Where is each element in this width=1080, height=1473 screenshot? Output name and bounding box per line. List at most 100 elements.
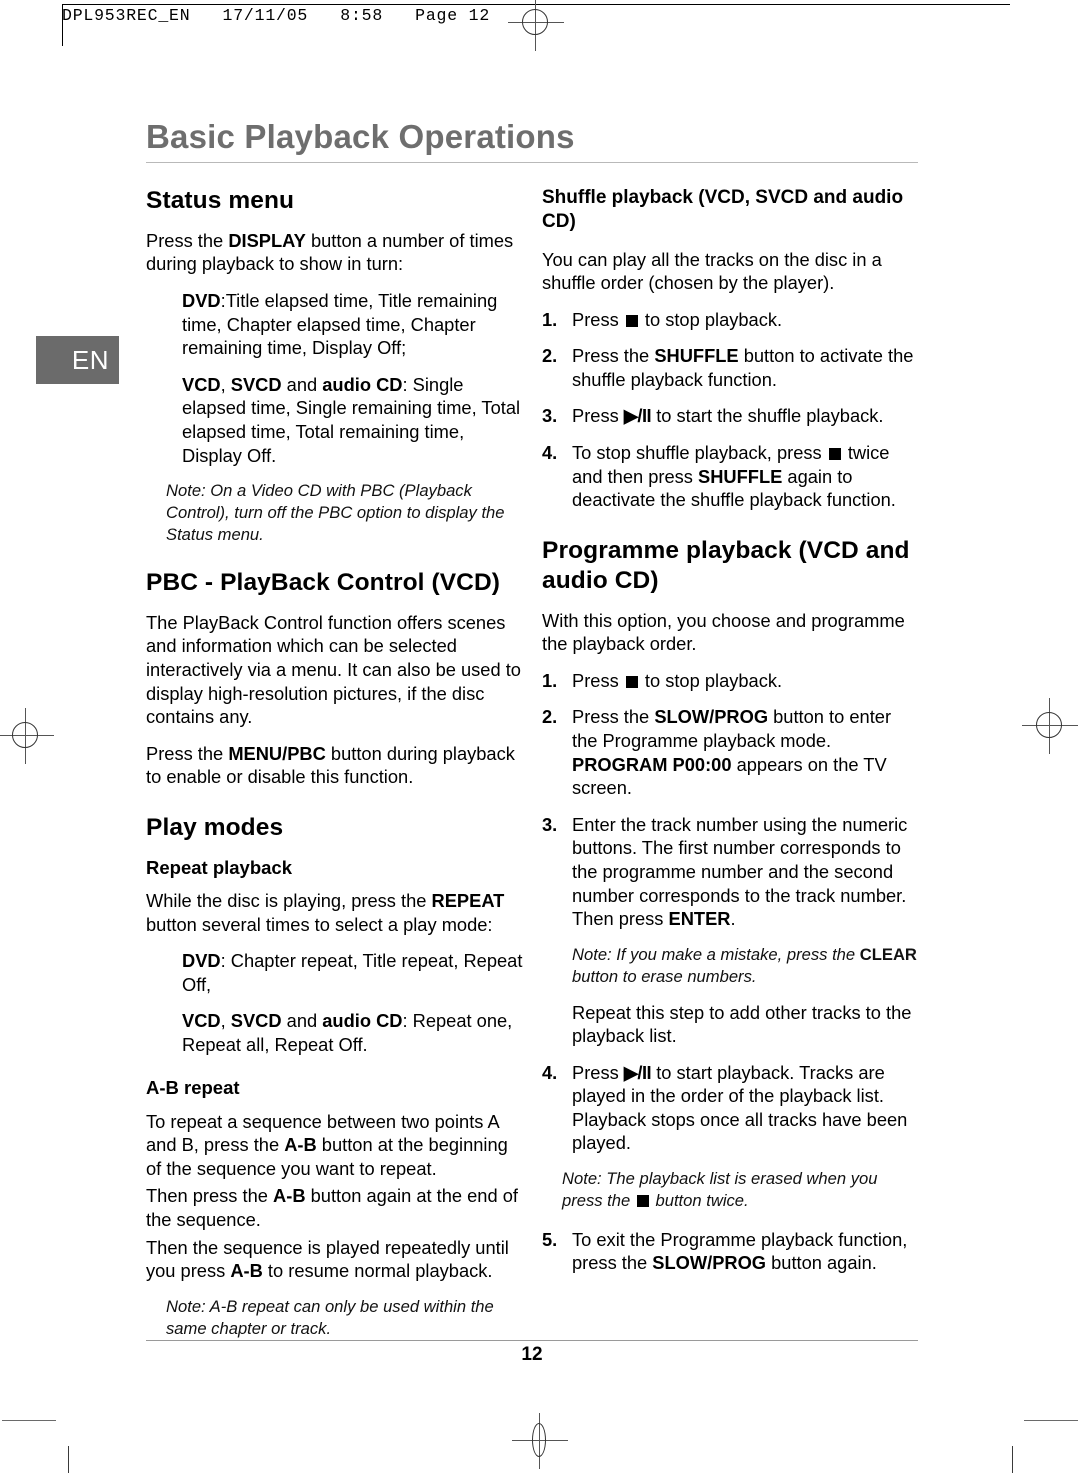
shuffle-step-4: 4. To stop shuffle playback, press twice… [542, 441, 920, 512]
text-run: Note: If you make a mistake, press the [572, 944, 860, 964]
text-run: to resume normal playback. [262, 1260, 493, 1282]
step-number: 1. [542, 308, 558, 330]
button-name-ab: A-B [230, 1260, 263, 1282]
title-divider [146, 162, 918, 164]
text-run: and [281, 373, 323, 395]
button-name-clear: CLEAR [859, 944, 917, 964]
registration-mark-right [1022, 698, 1078, 754]
ab-repeat-paragraph-1: To repeat a sequence between two points … [146, 1110, 524, 1181]
step-text: Press ▶/II to start playback. Tracks are… [572, 1061, 920, 1155]
programme-intro: With this option, you choose and program… [542, 609, 905, 655]
step-number: 4. [542, 1061, 558, 1083]
programme-step-4: 4. Press ▶/II to start playback. Tracks … [542, 1061, 920, 1155]
button-name-repeat: REPEAT [431, 889, 505, 911]
status-menu-intro: Press the DISPLAY button a number of tim… [146, 229, 524, 276]
stop-icon [625, 675, 638, 688]
pbc-paragraph-1: The PlayBack Control function offers sce… [146, 611, 521, 728]
disc-label-vcd: VCD [182, 1010, 221, 1032]
heading-play-modes: Play modes [146, 813, 284, 841]
step-text: Enter the track number using the numeric… [572, 813, 920, 931]
programme-step-1: 1. Press to stop playback. [542, 669, 920, 693]
repeat-intro: While the disc is playing, press the REP… [146, 889, 524, 936]
disc-label-vcd: VCD [182, 373, 221, 395]
pbc-paragraph-2: Press the MENU/PBC button during playbac… [146, 742, 524, 789]
stop-icon [828, 448, 841, 461]
shuffle-step-3: 3. Press ▶/II to start the shuffle playb… [542, 404, 920, 428]
osd-text-program: PROGRAM P00:00 [572, 753, 732, 775]
print-slug-line: DPL953REC_EN 17/11/05 8:58 Page 12 [62, 6, 491, 25]
right-column: Shuffle playback (VCD, SVCD and audio CD… [542, 186, 920, 1288]
subheading-repeat-playback: Repeat playback [146, 856, 293, 878]
disc-label-dvd: DVD [182, 290, 221, 312]
text-run: , [220, 1010, 231, 1032]
step-text: Press the SLOW/PROG button to enter the … [572, 705, 920, 799]
step-number: 2. [542, 345, 558, 367]
shuffle-step-1: 1. Press to stop playback. [542, 308, 920, 332]
button-name-ab: A-B [273, 1185, 306, 1207]
button-name-shuffle: SHUFFLE [654, 345, 739, 367]
ab-repeat-paragraph-3: Then the sequence is played repeatedly u… [146, 1236, 524, 1283]
language-tab-en: EN [36, 336, 119, 384]
disc-label-dvd: DVD [182, 950, 221, 972]
reg-circle [522, 9, 548, 35]
text-run: to stop playback. [639, 308, 783, 330]
stop-icon [636, 1194, 649, 1207]
button-name-ab: A-B [284, 1134, 317, 1156]
shuffle-intro: You can play all the tracks on the disc … [542, 248, 882, 294]
programme-repeat-step-line: Repeat this step to add other tracks to … [572, 1001, 912, 1047]
note-playback-list-erased: Note: The playback list is erased when y… [562, 1168, 920, 1212]
programme-step-3: 3. Enter the track number using the nume… [542, 813, 920, 931]
text-run: Press the [146, 742, 229, 764]
disc-label-audio-cd: audio CD [322, 1010, 403, 1032]
crop-mark-bottom-left-h [2, 1420, 56, 1422]
button-name-slow-prog: SLOW/PROG [654, 706, 769, 728]
repeat-vcd-item: VCD, SVCD and audio CD: Repeat one, Repe… [182, 1009, 524, 1056]
disc-label-svcd: SVCD [230, 373, 282, 395]
step-text: Press to stop playback. [572, 669, 920, 693]
step-number: 3. [542, 813, 558, 835]
text-run: Press [572, 669, 624, 691]
page-title: Basic Playback Operations [146, 118, 575, 155]
heading-programme-playback: Programme playback (VCD and audio CD) [542, 536, 910, 594]
heading-status-menu: Status menu [146, 187, 295, 214]
document-page: DPL953REC_EN 17/11/05 8:58 Page 12 Basic… [0, 0, 1080, 1473]
text-run: and [281, 1010, 323, 1032]
footer-divider [146, 1340, 918, 1342]
registration-mark-top [508, 0, 564, 51]
text-run: Enter the track number using the numeric… [572, 813, 908, 930]
disc-label-audio-cd: audio CD [322, 373, 403, 395]
text-run: : Chapter repeat, Title repeat, Repeat O… [182, 950, 523, 995]
text-run: To stop shuffle playback, press [572, 442, 827, 464]
registration-mark-left [0, 708, 54, 764]
step-number: 1. [542, 669, 558, 691]
registration-mark-bottom [512, 1413, 568, 1469]
text-run: button to erase numbers. [572, 966, 757, 986]
button-name-enter: ENTER [668, 908, 731, 930]
note-ab-repeat: Note: A-B repeat can only be used within… [166, 1296, 494, 1338]
step-number: 3. [542, 405, 558, 427]
step-text: Press the SHUFFLE button to activate the… [572, 344, 920, 391]
shuffle-step-2: 2. Press the SHUFFLE button to activate … [542, 344, 920, 391]
step-number: 2. [542, 706, 558, 728]
button-name-shuffle: SHUFFLE [698, 465, 783, 487]
step-text: Press to stop playback. [572, 308, 920, 332]
status-menu-dvd-item: DVD:Title elapsed time, Title remaining … [182, 289, 524, 360]
play-pause-icon: ▶/II [623, 1061, 652, 1083]
text-run: button again. [766, 1252, 877, 1274]
repeat-dvd-item: DVD: Chapter repeat, Title repeat, Repea… [182, 949, 524, 996]
play-pause-icon: ▶/II [623, 405, 652, 427]
text-run: button several times to select a play mo… [146, 913, 493, 935]
reg-circle [12, 722, 38, 748]
step-text: Press ▶/II to start the shuffle playback… [572, 404, 920, 428]
step-number: 5. [542, 1228, 558, 1250]
text-run: Press the [572, 706, 655, 728]
programme-step-2: 2. Press the SLOW/PROG button to enter t… [542, 705, 920, 799]
text-run: While the disc is playing, press the [146, 889, 432, 911]
ab-repeat-paragraph-2: Then press the A-B button again at the e… [146, 1184, 524, 1231]
note-status-menu: Note: On a Video CD with PBC (Playback C… [166, 481, 505, 544]
button-name-display: DISPLAY [228, 229, 306, 251]
crop-mark-bottom-left-v [68, 1446, 70, 1473]
note-clear-button: Note: If you make a mistake, press the C… [572, 944, 920, 988]
text-run: Press [572, 308, 624, 330]
text-run: Then press the [146, 1185, 274, 1207]
